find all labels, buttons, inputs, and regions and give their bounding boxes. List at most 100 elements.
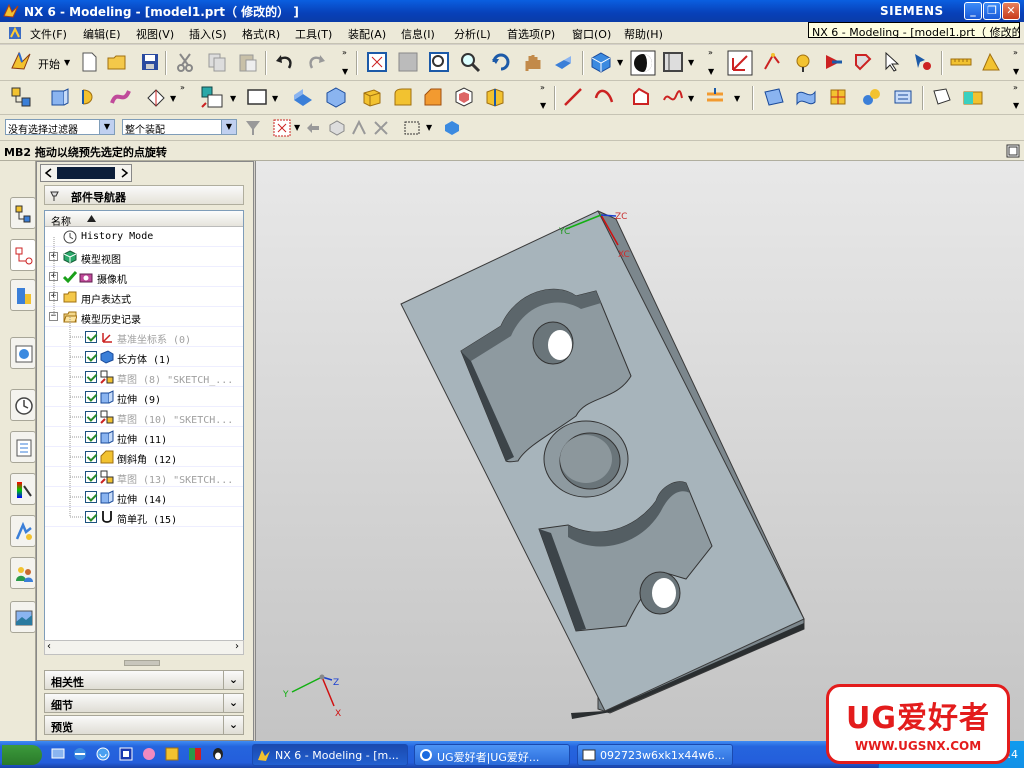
feature-checkbox[interactable] [85, 371, 97, 383]
surface-icon-1[interactable] [763, 86, 785, 108]
color-icon[interactable] [962, 86, 984, 108]
resource-system-materials[interactable] [10, 431, 36, 463]
open-folder-icon[interactable] [106, 51, 128, 73]
toolbar-options-icon-3[interactable]: ▼ [1013, 67, 1019, 76]
spline-icon[interactable] [662, 86, 684, 108]
surface-icon-3[interactable] [827, 86, 849, 108]
design-feature-dropdown-icon[interactable]: ▼ [170, 94, 176, 103]
graphics-window[interactable]: ZC XC YC Z X Y [255, 161, 1024, 741]
maximize-viewport-icon[interactable] [1006, 144, 1020, 158]
spline-dropdown-icon[interactable]: ▼ [688, 94, 694, 103]
menu-edit[interactable]: 编辑(E) [83, 26, 121, 42]
line-icon[interactable] [562, 86, 584, 108]
start-icon[interactable] [10, 50, 32, 72]
resource-system-scenes[interactable] [10, 601, 36, 633]
toolbar-options-icon[interactable]: ▼ [342, 67, 348, 76]
surface-icon-2[interactable] [795, 86, 817, 108]
resource-roles[interactable] [10, 557, 36, 589]
start-button[interactable]: 开始 [38, 56, 60, 72]
sketch-dropdown-icon[interactable]: ▼ [230, 94, 236, 103]
rectangle-dropdown-icon[interactable]: ▼ [272, 94, 278, 103]
wcs-icon[interactable] [727, 50, 753, 76]
assembly-navigator-icon[interactable] [10, 86, 32, 108]
menu-help[interactable]: 帮助(H) [624, 26, 663, 42]
show-hide-icon[interactable] [443, 119, 461, 137]
redo-icon[interactable] [306, 51, 328, 73]
render-style-icon[interactable] [630, 50, 656, 76]
drafting-icon[interactable] [931, 86, 953, 108]
toolbar-more-icon-2[interactable]: » [708, 48, 713, 57]
fit-icon[interactable] [366, 51, 388, 73]
save-icon[interactable] [139, 51, 161, 73]
task-ug-forum[interactable]: UG爱好者|UG爱好... [414, 744, 570, 766]
scroll-left-icon[interactable]: ‹ [47, 641, 51, 652]
analysis-icon[interactable] [980, 51, 1002, 73]
minimize-button[interactable]: _ [964, 2, 982, 20]
toolbar-more-icon[interactable]: » [342, 48, 347, 57]
orient-dropdown-icon[interactable]: ▼ [617, 58, 623, 67]
menu-assembly[interactable]: 装配(A) [348, 26, 386, 42]
chevron-down-icon[interactable]: ⌄ [223, 694, 243, 712]
edge-display-icon[interactable] [662, 51, 684, 73]
menu-preferences[interactable]: 首选项(P) [507, 26, 555, 42]
navigator-back-icon[interactable] [43, 167, 55, 179]
rectangle-select-icon[interactable] [403, 119, 421, 137]
menu-insert[interactable]: 插入(S) [189, 26, 227, 42]
offset-dropdown-icon[interactable]: ▼ [734, 94, 740, 103]
rotate-icon[interactable] [490, 51, 512, 73]
app-icon-1[interactable] [118, 746, 134, 762]
navigator-tab-strip[interactable] [57, 167, 115, 179]
copy-icon[interactable] [206, 51, 228, 73]
snap-point-icon-2[interactable] [372, 119, 390, 137]
panel-splitter[interactable] [124, 660, 160, 666]
chevron-down-icon[interactable]: ⌄ [223, 671, 243, 689]
pin-icon[interactable] [48, 189, 61, 202]
chevron-down-icon[interactable]: ⌄ [223, 716, 243, 734]
body-icon[interactable] [325, 86, 347, 108]
resource-palette[interactable] [10, 473, 36, 505]
paste-icon[interactable] [237, 51, 259, 73]
resource-reuse-library[interactable] [10, 279, 36, 311]
edge-blend-icon[interactable] [392, 86, 414, 108]
datum-icon[interactable] [761, 51, 783, 73]
cut-icon[interactable] [174, 51, 196, 73]
task-image-file[interactable]: 092723w6xk1x44w6... [577, 744, 733, 766]
menu-tools[interactable]: 工具(T) [295, 26, 332, 42]
pan-icon[interactable] [521, 51, 543, 73]
filter-settings-icon[interactable] [243, 118, 263, 138]
qq-icon[interactable] [210, 746, 226, 762]
feature-checkbox[interactable] [85, 331, 97, 343]
close-button[interactable]: ✕ [1002, 2, 1020, 20]
feature-checkbox[interactable] [85, 391, 97, 403]
trim-body-icon[interactable] [484, 86, 506, 108]
toolbar-options-icon-2[interactable]: ▼ [708, 67, 714, 76]
select-feature-icon[interactable] [912, 51, 934, 73]
filter-dropdown-icon[interactable]: ▼ [99, 120, 114, 134]
surface-icon-4[interactable] [860, 86, 882, 108]
start-dropdown-icon[interactable]: ▼ [64, 58, 70, 67]
zoom-icon[interactable] [459, 51, 481, 73]
rectangle-select-dropdown-icon[interactable]: ▼ [426, 123, 432, 132]
sort-ascending-icon[interactable] [87, 215, 96, 222]
snap-point-icon-1[interactable] [350, 119, 368, 137]
sketch-icon[interactable] [200, 85, 224, 109]
nx-menu-icon[interactable] [8, 26, 22, 40]
task-nx-modeling[interactable]: NX 6 - Modeling - [m... [252, 744, 408, 766]
navigator-forward-icon[interactable] [118, 167, 130, 179]
toolbar-options-icon-5[interactable]: ▼ [540, 101, 546, 110]
feature-checkbox[interactable] [85, 491, 97, 503]
browser-icon[interactable] [95, 746, 111, 762]
feature-checkbox[interactable] [85, 351, 97, 363]
rectangle-icon[interactable] [246, 86, 268, 108]
face-icon[interactable] [292, 86, 314, 108]
scope-combo[interactable]: 整个装配 ▼ [122, 119, 237, 135]
shell-icon[interactable] [453, 86, 475, 108]
resource-assembly-nav[interactable] [10, 197, 36, 229]
toolbar-more-icon-5[interactable]: » [540, 83, 545, 92]
resource-history[interactable] [10, 389, 36, 421]
app-icon-3[interactable] [164, 746, 180, 762]
new-file-icon[interactable] [78, 51, 100, 73]
preview-panel[interactable]: 预览 ⌄ [44, 715, 244, 735]
arrow-select-icon[interactable] [822, 51, 844, 73]
menu-view[interactable]: 视图(V) [136, 26, 174, 42]
